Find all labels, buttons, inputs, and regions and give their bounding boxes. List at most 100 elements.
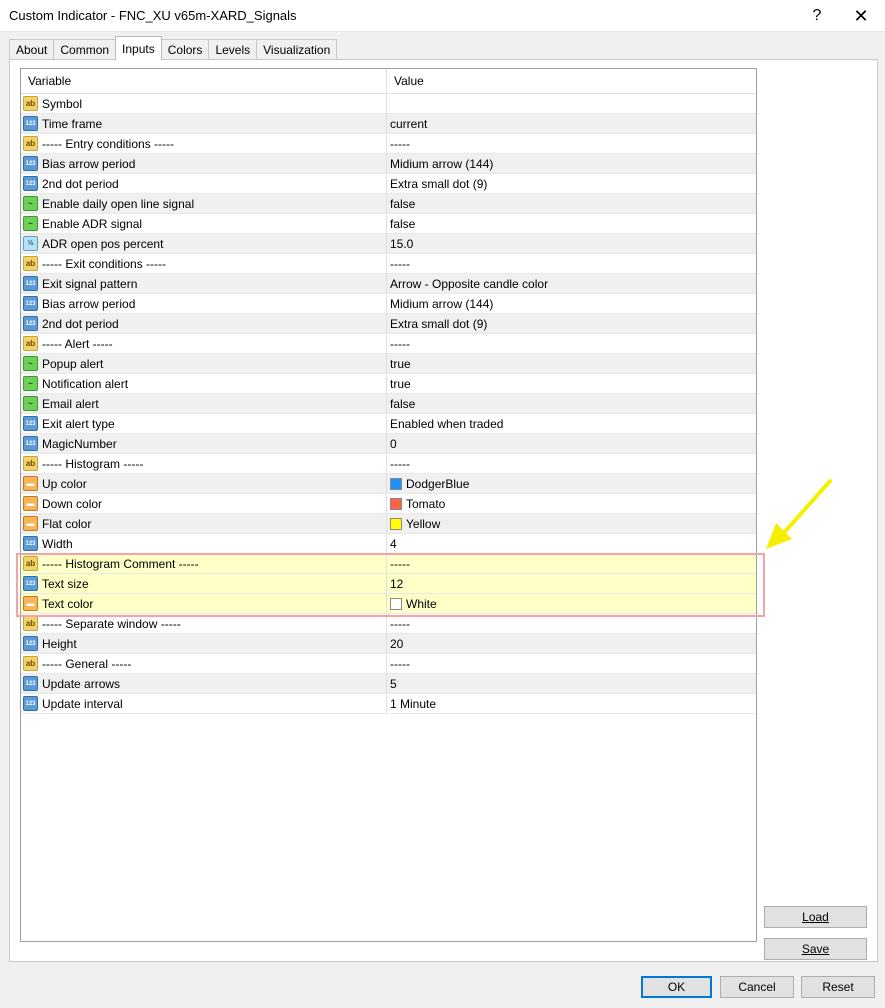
table-row[interactable]: ab ----- Histogram ----- -----: [21, 454, 756, 474]
variable-cell[interactable]: ▬ Flat color: [21, 514, 387, 533]
column-header-variable[interactable]: Variable: [21, 69, 387, 94]
value-cell[interactable]: DodgerBlue: [387, 474, 756, 493]
table-row[interactable]: ~ Enable daily open line signal false: [21, 194, 756, 214]
value-cell[interactable]: Extra small dot (9): [387, 174, 756, 193]
variable-cell[interactable]: ab ----- Histogram Comment -----: [21, 554, 387, 573]
table-row[interactable]: ab ----- General ----- -----: [21, 654, 756, 674]
value-cell[interactable]: Midium arrow (144): [387, 154, 756, 173]
value-cell[interactable]: -----: [387, 254, 756, 273]
value-cell[interactable]: 12: [387, 574, 756, 593]
value-cell[interactable]: -----: [387, 554, 756, 573]
variable-cell[interactable]: ab ----- Separate window -----: [21, 614, 387, 633]
variable-cell[interactable]: ~ Enable daily open line signal: [21, 194, 387, 213]
table-row[interactable]: ▬ Text color White: [21, 594, 756, 614]
value-cell[interactable]: false: [387, 214, 756, 233]
value-cell[interactable]: 15.0: [387, 234, 756, 253]
value-cell[interactable]: Yellow: [387, 514, 756, 533]
variable-cell[interactable]: ~ Email alert: [21, 394, 387, 413]
variable-cell[interactable]: 123 2nd dot period: [21, 174, 387, 193]
value-cell[interactable]: true: [387, 374, 756, 393]
close-button[interactable]: ✕: [839, 0, 883, 32]
column-header-value[interactable]: Value: [387, 69, 756, 94]
variable-cell[interactable]: 123 MagicNumber: [21, 434, 387, 453]
variable-cell[interactable]: ~ Notification alert: [21, 374, 387, 393]
variable-cell[interactable]: ab ----- General -----: [21, 654, 387, 673]
table-row[interactable]: ab ----- Exit conditions ----- -----: [21, 254, 756, 274]
value-cell[interactable]: Midium arrow (144): [387, 294, 756, 313]
table-row[interactable]: ab ----- Alert ----- -----: [21, 334, 756, 354]
tab-about[interactable]: About: [9, 39, 55, 60]
tab-colors[interactable]: Colors: [160, 39, 210, 60]
value-cell[interactable]: 5: [387, 674, 756, 693]
variable-cell[interactable]: 123 Update arrows: [21, 674, 387, 693]
table-row[interactable]: 123 Bias arrow period Midium arrow (144): [21, 294, 756, 314]
variable-cell[interactable]: 123 Text size: [21, 574, 387, 593]
variable-cell[interactable]: ab ----- Entry conditions -----: [21, 134, 387, 153]
tab-visualization[interactable]: Visualization: [256, 39, 338, 60]
value-cell[interactable]: -----: [387, 614, 756, 633]
table-row[interactable]: 123 2nd dot period Extra small dot (9): [21, 314, 756, 334]
table-row[interactable]: ab ----- Separate window ----- -----: [21, 614, 756, 634]
value-cell[interactable]: 1 Minute: [387, 694, 756, 713]
table-row[interactable]: ½ ADR open pos percent 15.0: [21, 234, 756, 254]
value-cell[interactable]: false: [387, 394, 756, 413]
value-cell[interactable]: 4: [387, 534, 756, 553]
variable-cell[interactable]: 123 2nd dot period: [21, 314, 387, 333]
variable-cell[interactable]: 123 Bias arrow period: [21, 294, 387, 313]
tab-common[interactable]: Common: [53, 39, 117, 60]
variable-cell[interactable]: 123 Exit signal pattern: [21, 274, 387, 293]
table-row[interactable]: 123 Exit signal pattern Arrow - Opposite c…: [21, 274, 756, 294]
table-row[interactable]: ▬ Flat color Yellow: [21, 514, 756, 534]
variable-cell[interactable]: ~ Popup alert: [21, 354, 387, 373]
table-row[interactable]: 123 Update interval 1 Minute: [21, 694, 756, 714]
help-button[interactable]: ?: [795, 0, 839, 32]
variable-cell[interactable]: 123 Width: [21, 534, 387, 553]
variable-cell[interactable]: 123 Update interval: [21, 694, 387, 713]
variable-cell[interactable]: ab ----- Exit conditions -----: [21, 254, 387, 273]
table-row[interactable]: ab Symbol: [21, 94, 756, 114]
value-cell[interactable]: -----: [387, 454, 756, 473]
value-cell[interactable]: -----: [387, 334, 756, 353]
table-row[interactable]: 123 Update arrows 5: [21, 674, 756, 694]
variable-cell[interactable]: 123 Height: [21, 634, 387, 653]
table-row[interactable]: ~ Notification alert true: [21, 374, 756, 394]
value-cell[interactable]: 0: [387, 434, 756, 453]
tab-inputs[interactable]: Inputs: [115, 36, 162, 60]
table-row[interactable]: 123 Width 4: [21, 534, 756, 554]
table-row[interactable]: ▬ Down color Tomato: [21, 494, 756, 514]
variable-cell[interactable]: 123 Exit alert type: [21, 414, 387, 433]
value-cell[interactable]: [387, 94, 756, 113]
variable-cell[interactable]: ~ Enable ADR signal: [21, 214, 387, 233]
tab-levels[interactable]: Levels: [208, 39, 258, 60]
value-cell[interactable]: false: [387, 194, 756, 213]
table-row[interactable]: ~ Email alert false: [21, 394, 756, 414]
variable-cell[interactable]: ab ----- Histogram -----: [21, 454, 387, 473]
table-row[interactable]: ~ Popup alert true: [21, 354, 756, 374]
table-row[interactable]: 123 MagicNumber 0: [21, 434, 756, 454]
table-row[interactable]: ~ Enable ADR signal false: [21, 214, 756, 234]
value-cell[interactable]: 20: [387, 634, 756, 653]
variable-cell[interactable]: 123 Bias arrow period: [21, 154, 387, 173]
variable-cell[interactable]: ab Symbol: [21, 94, 387, 113]
variable-cell[interactable]: ▬ Text color: [21, 594, 387, 613]
reset-button[interactable]: Reset: [801, 976, 875, 998]
table-row[interactable]: ab ----- Entry conditions ----- -----: [21, 134, 756, 154]
value-cell[interactable]: Enabled when traded: [387, 414, 756, 433]
save-button[interactable]: Save: [764, 938, 867, 960]
table-row[interactable]: 123 Bias arrow period Midium arrow (144): [21, 154, 756, 174]
table-row[interactable]: 123 2nd dot period Extra small dot (9): [21, 174, 756, 194]
variable-cell[interactable]: ½ ADR open pos percent: [21, 234, 387, 253]
value-cell[interactable]: Tomato: [387, 494, 756, 513]
variable-cell[interactable]: ab ----- Alert -----: [21, 334, 387, 353]
variable-cell[interactable]: 123 Time frame: [21, 114, 387, 133]
table-row[interactable]: 123 Text size 12: [21, 574, 756, 594]
value-cell[interactable]: -----: [387, 134, 756, 153]
value-cell[interactable]: Arrow - Opposite candle color: [387, 274, 756, 293]
table-row[interactable]: 123 Height 20: [21, 634, 756, 654]
variable-cell[interactable]: ▬ Down color: [21, 494, 387, 513]
value-cell[interactable]: current: [387, 114, 756, 133]
value-cell[interactable]: true: [387, 354, 756, 373]
ok-button[interactable]: OK: [641, 976, 712, 998]
table-row[interactable]: 123 Exit alert type Enabled when traded: [21, 414, 756, 434]
value-cell[interactable]: White: [387, 594, 756, 613]
